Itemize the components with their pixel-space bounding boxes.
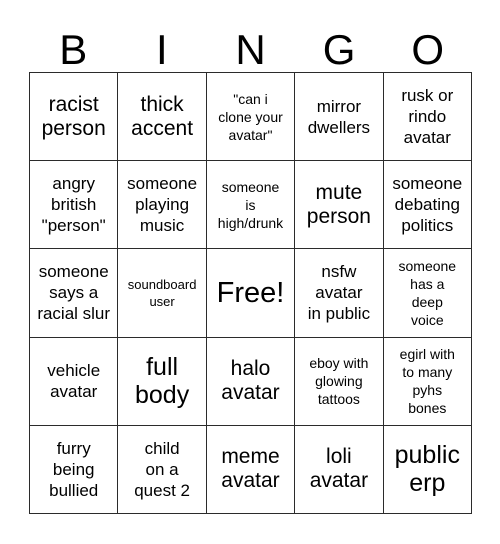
bingo-cell[interactable]: egirl with to many pyhs bones: [383, 337, 472, 426]
bingo-cell-label: meme avatar: [221, 445, 280, 493]
bingo-cell-label: child on a quest 2: [134, 438, 190, 500]
bingo-cell[interactable]: someone is high/drunk: [206, 161, 296, 250]
bingo-cell-label: "can i clone your avatar": [218, 90, 283, 143]
bingo-cell-label: thick accent: [131, 92, 194, 140]
bingo-cell[interactable]: rusk or rindo avatar: [383, 73, 472, 162]
bingo-cell[interactable]: mute person: [295, 161, 384, 250]
bingo-cell[interactable]: eboy with glowing tattoos: [295, 337, 384, 426]
bingo-header-letter-o: O: [411, 26, 444, 73]
bingo-cell[interactable]: someone playing music: [118, 161, 207, 250]
bingo-cell[interactable]: mirror dwellers: [295, 73, 384, 162]
bingo-cell[interactable]: angry british "person": [30, 161, 119, 250]
bingo-cell-label: racist person: [41, 92, 106, 140]
bingo-cell[interactable]: furry being bullied: [30, 425, 119, 514]
bingo-cell[interactable]: soundboard user: [118, 249, 207, 338]
bingo-header-letter-n: N: [235, 26, 266, 73]
bingo-cell-label: someone says a racial slur: [37, 262, 111, 324]
bingo-cell[interactable]: child on a quest 2: [118, 425, 207, 514]
bingo-cell[interactable]: loli avatar: [295, 425, 384, 514]
bingo-card: B I N G O racist person thick accent "ca…: [0, 0, 500, 544]
bingo-cell[interactable]: "can i clone your avatar": [206, 73, 296, 162]
bingo-cell-label: someone is high/drunk: [217, 178, 284, 231]
bingo-header-letter-g: G: [322, 26, 356, 73]
bingo-header-letter-b: B: [59, 26, 88, 73]
bingo-free-space-label: Free!: [216, 276, 285, 309]
bingo-cell[interactable]: halo avatar: [206, 337, 296, 426]
bingo-cell-label: someone playing music: [127, 174, 198, 236]
bingo-cell-label: eboy with glowing tattoos: [309, 355, 369, 408]
bingo-cell-label: furry being bullied: [49, 438, 99, 500]
bingo-cell-label: loli avatar: [309, 445, 369, 493]
bingo-cell-label: mirror dwellers: [307, 96, 371, 137]
bingo-free-space-cell[interactable]: Free!: [206, 249, 296, 338]
bingo-cell-label: public erp: [394, 441, 460, 498]
bingo-cell[interactable]: racist person: [30, 73, 119, 162]
bingo-grid: racist person thick accent "can i clone …: [29, 72, 472, 514]
bingo-cell[interactable]: public erp: [383, 425, 472, 514]
bingo-cell-label: soundboard user: [127, 276, 197, 309]
bingo-cell[interactable]: meme avatar: [206, 425, 296, 514]
bingo-cell[interactable]: full body: [118, 337, 207, 426]
bingo-cell[interactable]: vehicle avatar: [30, 337, 119, 426]
bingo-cell-label: angry british "person": [41, 174, 106, 236]
bingo-cell-label: someone debating politics: [392, 174, 463, 236]
bingo-cell-label: mute person: [306, 180, 371, 228]
bingo-cell[interactable]: nsfw avatar in public: [295, 249, 384, 338]
bingo-cell-label: nsfw avatar in public: [307, 262, 371, 324]
bingo-cell-label: halo avatar: [221, 357, 280, 405]
bingo-cell-label: someone has a deep voice: [398, 257, 457, 328]
bingo-cell[interactable]: someone debating politics: [383, 161, 472, 250]
bingo-cell-label: vehicle avatar: [47, 361, 101, 402]
bingo-cell[interactable]: someone has a deep voice: [383, 249, 472, 338]
bingo-cell[interactable]: someone says a racial slur: [30, 249, 119, 338]
bingo-cell-label: egirl with to many pyhs bones: [399, 346, 455, 417]
bingo-header-letter-i: I: [156, 26, 168, 73]
bingo-cell-label: rusk or rindo avatar: [401, 86, 454, 148]
bingo-cell[interactable]: thick accent: [118, 73, 207, 162]
bingo-cell-label: full body: [134, 353, 190, 410]
bingo-header-row: B I N G O: [29, 18, 472, 72]
